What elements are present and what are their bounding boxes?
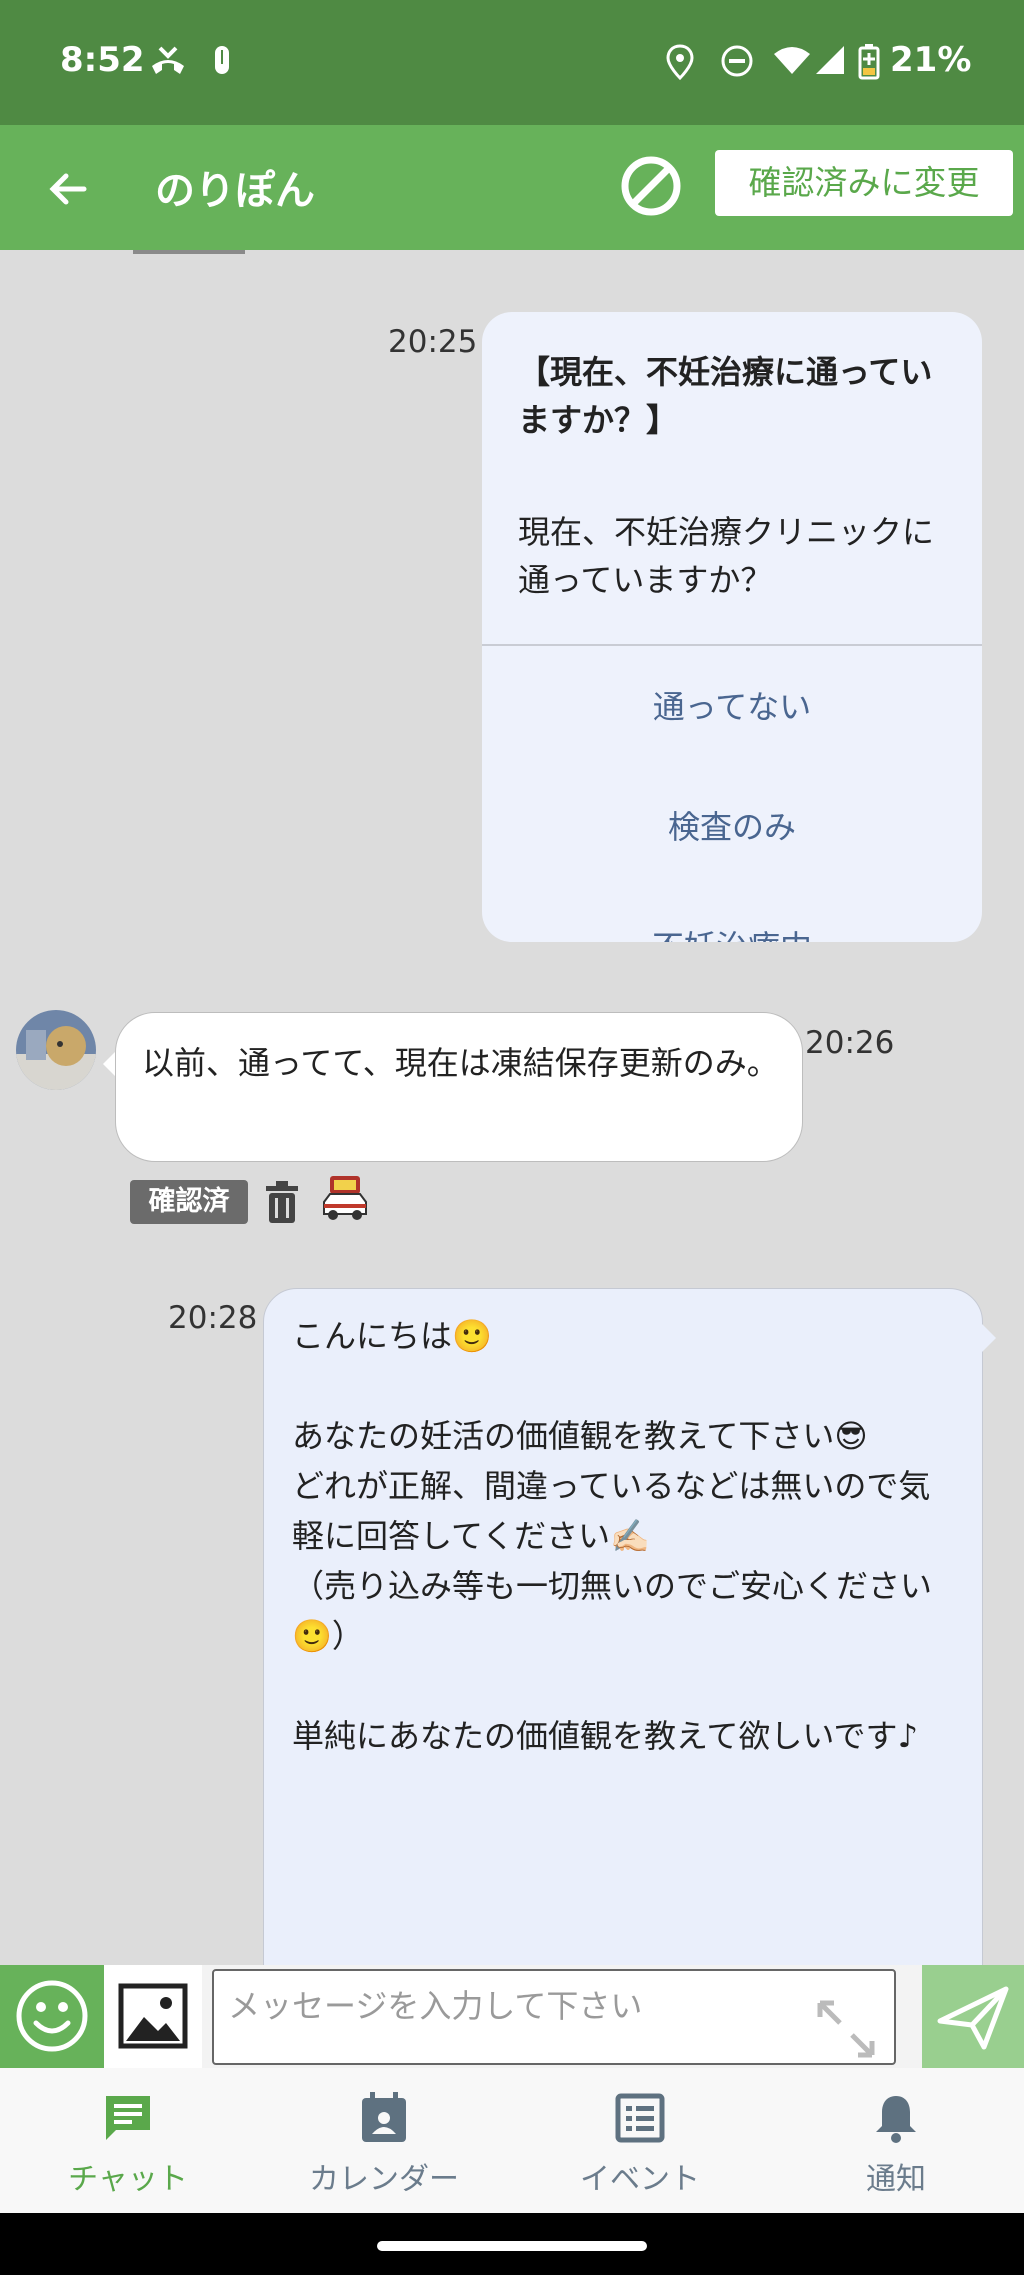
tab-label: カレンダー <box>309 2162 459 2197</box>
avatar-image <box>16 1010 96 1090</box>
option-not-attending[interactable]: 通ってない <box>482 682 982 728</box>
battery-percent: 21% <box>890 40 972 80</box>
back-button[interactable] <box>40 159 100 219</box>
report-car-icon[interactable] <box>320 1172 370 1222</box>
status-bar: 8:52 21% <box>0 0 1024 125</box>
arrow-left-icon <box>49 173 87 205</box>
wifi-icon <box>774 47 810 74</box>
question-body: 現在、不妊治療クリニックに通っていますか？ <box>518 513 935 599</box>
question-card: 【現在、不妊治療に通っていますか？】 現在、不妊治療クリニックに通っていますか？… <box>482 312 982 942</box>
location-icon <box>666 44 694 80</box>
tab-chat[interactable]: チャット <box>0 2068 256 2213</box>
chat-header: のりぽん 確認済みに変更 <box>0 125 1024 250</box>
bell-icon <box>876 2096 916 2143</box>
message-time: 20:25 <box>388 324 478 360</box>
message-time: 20:26 <box>805 1025 895 1061</box>
send-icon <box>937 1986 1009 2050</box>
system-nav-bar <box>0 2213 1024 2275</box>
tab-events[interactable]: イベント <box>512 2068 768 2213</box>
received-message-text: 以前、通ってて、現在は凍結保存更新のみ。 <box>142 1044 779 1082</box>
list-icon <box>615 2093 665 2143</box>
chat-icon <box>106 2096 150 2140</box>
calendar-icon <box>362 2092 406 2142</box>
question-title: 【現在、不妊治療に通っていますか？】 <box>518 353 933 439</box>
smiley-icon <box>16 1980 88 2052</box>
message-input[interactable] <box>212 1969 896 2065</box>
option-in-treatment[interactable]: 不妊治療中 <box>482 922 982 942</box>
message-time: 20:28 <box>168 1300 258 1336</box>
prev-message-edge <box>133 250 245 254</box>
avatar[interactable] <box>16 1010 96 1090</box>
bubble-tail <box>982 1324 996 1352</box>
do-not-disturb-icon <box>721 45 753 77</box>
bottom-nav: チャット カレンダー イベント 通知 <box>0 2068 1024 2213</box>
notification-icon <box>215 46 229 74</box>
status-time: 8:52 <box>60 40 145 80</box>
trash-icon[interactable] <box>264 1180 300 1224</box>
send-button[interactable] <box>922 1965 1024 2068</box>
tab-label: イベント <box>580 2162 700 2197</box>
signal-icon <box>816 46 844 74</box>
tab-label: 通知 <box>866 2162 926 2197</box>
received-message-bubble[interactable]: 以前、通ってて、現在は凍結保存更新のみ。 <box>115 1012 803 1162</box>
block-button[interactable] <box>618 153 684 219</box>
image-button[interactable] <box>104 1965 202 2068</box>
sent-message-bubble[interactable]: こんにちは🙂 あなたの妊活の価値観を教えて下さい😎 どれが正解、間違っているなど… <box>263 1288 983 1965</box>
sent-message-text: こんにちは🙂 あなたの妊活の価値観を教えて下さい😎 どれが正解、間違っているなど… <box>292 1317 933 1755</box>
tab-calendar[interactable]: カレンダー <box>256 2068 512 2213</box>
emoji-button[interactable] <box>0 1965 104 2068</box>
option-test-only[interactable]: 検査のみ <box>482 802 982 848</box>
mark-confirmed-button[interactable]: 確認済みに変更 <box>715 150 1013 216</box>
block-icon <box>621 156 681 216</box>
expand-icon[interactable] <box>812 1995 880 2063</box>
question-divider <box>482 644 982 646</box>
image-icon <box>118 1983 188 2049</box>
battery-icon <box>858 44 880 80</box>
tab-label: チャット <box>68 2162 188 2197</box>
chat-area[interactable]: 20:25 【現在、不妊治療に通っていますか？】 現在、不妊治療クリニックに通っ… <box>0 250 1024 1965</box>
missed-call-icon <box>152 46 184 74</box>
confirmed-badge: 確認済 <box>130 1180 248 1224</box>
tab-notifications[interactable]: 通知 <box>768 2068 1024 2213</box>
home-indicator[interactable] <box>377 2241 647 2251</box>
page-title: のりぽん <box>155 168 315 214</box>
